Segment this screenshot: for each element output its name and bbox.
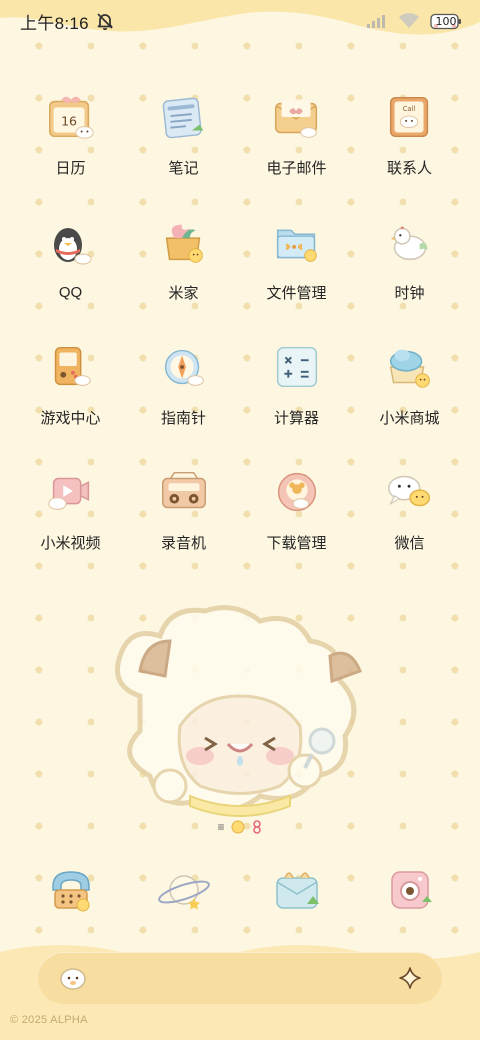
calculator-icon [276,346,317,388]
watermark: © 2025 ALPHA [10,1014,88,1026]
messages-icon [275,872,319,909]
app-calculator[interactable]: 计算器 [240,338,353,428]
download-manager-icon [277,472,316,512]
app-file-manager[interactable]: 文件管理 [240,213,353,303]
search-bar[interactable] [38,952,442,1004]
status-bar: 上午8:16 100 [0,0,480,42]
dock-camera[interactable] [353,860,466,922]
mijia-icon [165,224,203,263]
app-qq[interactable]: QQ [14,213,127,303]
mi-video-icon [47,477,89,510]
app-mijia[interactable]: 米家 [127,213,240,303]
app-label: 游戏中心 [40,410,101,427]
app-label: 日历 [55,160,86,177]
app-label: 文件管理 [266,285,327,302]
wifi-icon [399,13,419,28]
app-game-center[interactable]: 游戏中心 [14,338,127,428]
recorder-icon [161,471,206,509]
app-compass[interactable]: 指南针 [127,338,240,428]
qq-penguin-icon [53,228,91,265]
app-recorder[interactable]: 录音机 [127,463,240,553]
app-download-manager[interactable]: 下载管理 [240,463,353,553]
dock-phone[interactable] [14,860,127,922]
app-wechat[interactable]: 微信 [353,463,466,553]
dock-browser[interactable] [127,860,240,922]
mute-bell-icon [97,13,113,31]
app-label: 微信 [394,535,425,552]
app-label: 小米商城 [379,410,440,427]
contacts-book-text: Call [402,105,415,113]
app-label: 时钟 [394,285,425,302]
app-label: 小米视频 [40,535,101,552]
browser-planet-icon [157,875,210,910]
app-label: 录音机 [160,535,206,552]
mi-store-icon [389,349,430,388]
email-icon [274,99,317,138]
contacts-icon: Call [389,96,428,138]
app-contacts[interactable]: Call 联系人 [353,88,466,178]
page-dot-bow-icon [252,820,261,834]
status-time: 上午8:16 [20,13,89,33]
app-label: 联系人 [386,160,432,177]
sparkle-icon[interactable] [398,966,422,990]
clock-bird-icon [390,226,427,261]
app-clock[interactable]: 时钟 [353,213,466,303]
phone-icon [51,871,90,912]
app-email[interactable]: 电子邮件 [240,88,353,178]
mascot-icon [60,968,86,990]
page-indicator: ≡ [0,820,480,834]
dock-messages[interactable] [240,860,353,922]
page-indicator-menu: ≡ [217,820,225,834]
calendar-day: 16 [61,114,77,129]
app-label: 笔记 [168,160,199,177]
camera-icon [390,871,432,909]
signal-icon [367,15,385,28]
app-label: 计算器 [273,410,319,427]
app-grid: 16 日历 笔记 电子邮件 Call 联系人 QQ 米家 文件管理 时钟 游戏中… [0,88,480,553]
app-label: 米家 [168,285,199,302]
notes-icon [162,97,203,139]
game-center-icon [54,346,91,386]
compass-icon [164,349,204,386]
calendar-icon: 16 [48,96,94,139]
app-label: 电子邮件 [266,160,327,177]
page-dot-active-icon [231,820,244,834]
sheep-mascot-widget[interactable] [100,596,380,826]
battery-indicator: 100 [430,13,462,30]
app-notes[interactable]: 笔记 [127,88,240,178]
app-label: 指南针 [160,410,206,427]
battery-level: 100 [435,14,457,28]
app-mi-video[interactable]: 小米视频 [14,463,127,553]
wechat-icon [387,475,430,507]
file-manager-icon [276,229,317,262]
app-label: QQ [58,284,83,301]
app-mi-store[interactable]: 小米商城 [353,338,466,428]
app-calendar[interactable]: 16 日历 [14,88,127,178]
dock [0,860,480,922]
app-label: 下载管理 [266,535,327,552]
